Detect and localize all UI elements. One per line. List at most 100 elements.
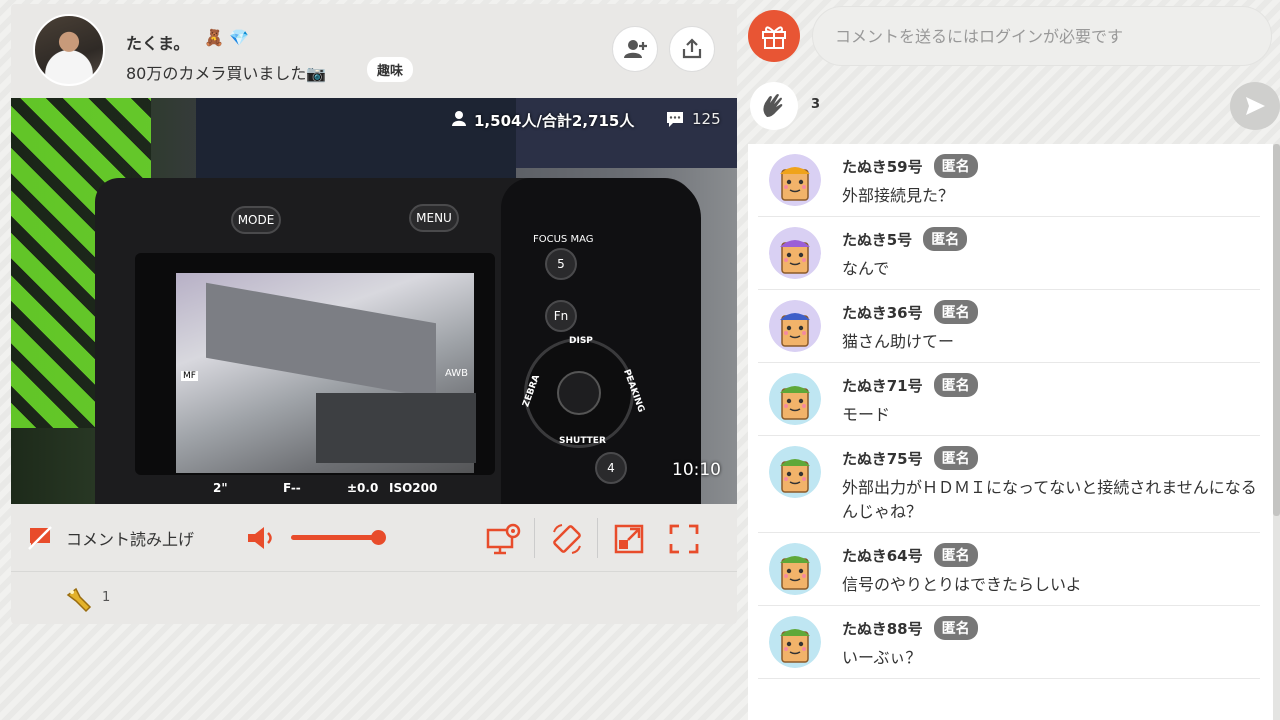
comment-muted-icon [28,526,52,550]
camera-osd-ev: ±0.0 [347,481,379,495]
popout-icon [614,524,644,554]
scroll-thumb[interactable] [1273,144,1280,516]
comment-item: たぬき59号 匿名 外部接続見た？ [758,144,1260,217]
streamer-name[interactable]: たくま。 [126,30,189,54]
popout-button[interactable] [610,520,648,558]
comment-author: たぬき5号 [842,230,913,249]
anonymous-tag: 匿名 [923,227,968,251]
separator [597,518,598,558]
follow-button[interactable] [612,26,658,72]
comment-text: モード [842,405,891,424]
rotate-screen-icon [553,524,581,554]
comment-item: たぬき88号 匿名 いーぶぃ？ [758,606,1260,679]
comment-text: 信号のやりとりはできたらしいよ [842,575,1082,594]
anonymous-tag: 匿名 [933,154,978,178]
category-tag[interactable]: 趣味 [367,57,414,82]
stream-panel: たくま。 🧸 💎 80万のカメラ買いました📷 趣味 MODE MENU FOCU… [11,4,737,624]
camera-shutter-label: SHUTTER [559,436,606,446]
comment-text: 猫さん助けてー [842,332,955,351]
clap-button[interactable] [750,82,798,130]
comment-count: 125 [692,110,721,128]
quality-settings-button[interactable] [485,520,523,558]
gift-button[interactable] [748,10,800,62]
comment-item: たぬき71号 匿名 モード [758,363,1260,436]
send-button[interactable] [1230,82,1280,130]
anonymous-tag: 匿名 [933,543,978,567]
streamer-avatar[interactable] [33,14,105,86]
tanuki-avatar[interactable] [769,154,821,206]
camera-osd-fnumber: F-- [283,481,301,495]
camera-osd-mf: MF [181,371,198,381]
camera-5-button: 5 [545,248,577,280]
camera-dial-center [557,371,601,415]
comment-bubble-icon [665,110,685,132]
anonymous-tag: 匿名 [933,373,978,397]
camera-menu-button: MENU [409,204,459,232]
camera-4-button: 4 [595,452,627,484]
item-row: 1 [11,572,737,624]
background-monitor [196,98,516,183]
tanuki-avatar[interactable] [769,446,821,498]
video-player[interactable]: MODE MENU FOCUS MAG 5 Fn DISP ZEBRA PEAK… [11,98,737,504]
flashlight-icon [66,587,92,613]
share-icon [682,38,702,59]
tanuki-avatar[interactable] [769,616,821,668]
background-monitor-2 [516,98,737,168]
clapping-hands-icon [763,94,783,117]
anonymous-tag: 匿名 [933,616,978,640]
stream-title: 80万のカメラ買いました📷 [126,64,327,83]
camera-disp-label: DISP [569,336,593,346]
comment-text: 外部接続見た？ [842,186,955,205]
comment-text: 外部出力がＨＤＭＩになってないと接続されませんになるんじゃね？ [842,478,1257,521]
rotate-button[interactable] [548,520,586,558]
camera-osd-shutter: 2" [213,481,228,495]
tanuki-avatar[interactable] [769,300,821,352]
volume-knob[interactable] [371,530,386,545]
camera-focus-mag-label: FOCUS MAG [533,234,594,245]
comment-author: たぬき36号 [842,303,923,322]
stream-header: たくま。 🧸 💎 80万のカメラ買いました📷 趣味 [11,4,737,98]
tanuki-avatar[interactable] [769,373,821,425]
clap-count: 3 [811,97,821,112]
comment-item: たぬき75号 匿名 外部出力がＨＤＭＩになってないと接続されませんになるんじゃね… [758,436,1260,533]
volume-button[interactable] [245,524,281,552]
comment-input[interactable] [812,6,1272,66]
diamond-badge-icon: 💎 [229,28,249,47]
comment-text: なんで [842,259,890,278]
monitor-gear-icon [486,523,521,555]
comment-item: たぬき64号 匿名 信号のやりとりはできたらしいよ [758,533,1260,606]
comment-item: たぬき5号 匿名 なんで [758,217,1260,290]
anonymous-tag: 匿名 [933,300,978,324]
speaker-icon [248,527,272,549]
video-clock: 10:10 [672,460,721,480]
viewer-count: 1,504人/合計2,715人 [474,112,635,130]
volume-slider[interactable] [291,535,377,540]
read-aloud-toggle[interactable] [26,524,54,552]
fullscreen-icon [669,524,699,554]
comment-list[interactable]: たぬき59号 匿名 外部接続見た？ たぬき5号 匿名 なんで たぬき36号 匿名… [748,144,1274,720]
camera-osd-iso: ISO200 [389,481,438,495]
camera-control-dial [524,338,634,448]
share-button[interactable] [669,26,715,72]
bear-badge-icon: 🧸 [204,28,224,47]
gift-icon [762,26,786,49]
tanuki-avatar[interactable] [769,543,821,595]
separator [534,518,535,558]
viewers-icon [451,110,467,130]
comment-author: たぬき88号 [842,619,923,638]
camera-fn-button: Fn [545,300,577,332]
anonymous-tag: 匿名 [933,446,978,470]
send-icon [1246,97,1265,115]
flashlight-count: 1 [102,590,111,605]
flashlight-item[interactable] [63,584,95,616]
read-aloud-label[interactable]: コメント読み上げ [66,526,194,550]
comment-scrollbar[interactable] [1273,144,1280,720]
fullscreen-button[interactable] [665,520,703,558]
camera-osd-awb: AWB [445,368,469,379]
tanuki-avatar[interactable] [769,227,821,279]
player-controls: コメント読み上げ [11,504,737,572]
add-user-icon [624,40,647,58]
comment-item: たぬき36号 匿名 猫さん助けてー [758,290,1260,363]
comment-text: いーぶぃ？ [842,648,922,667]
comment-author: たぬき75号 [842,449,923,468]
